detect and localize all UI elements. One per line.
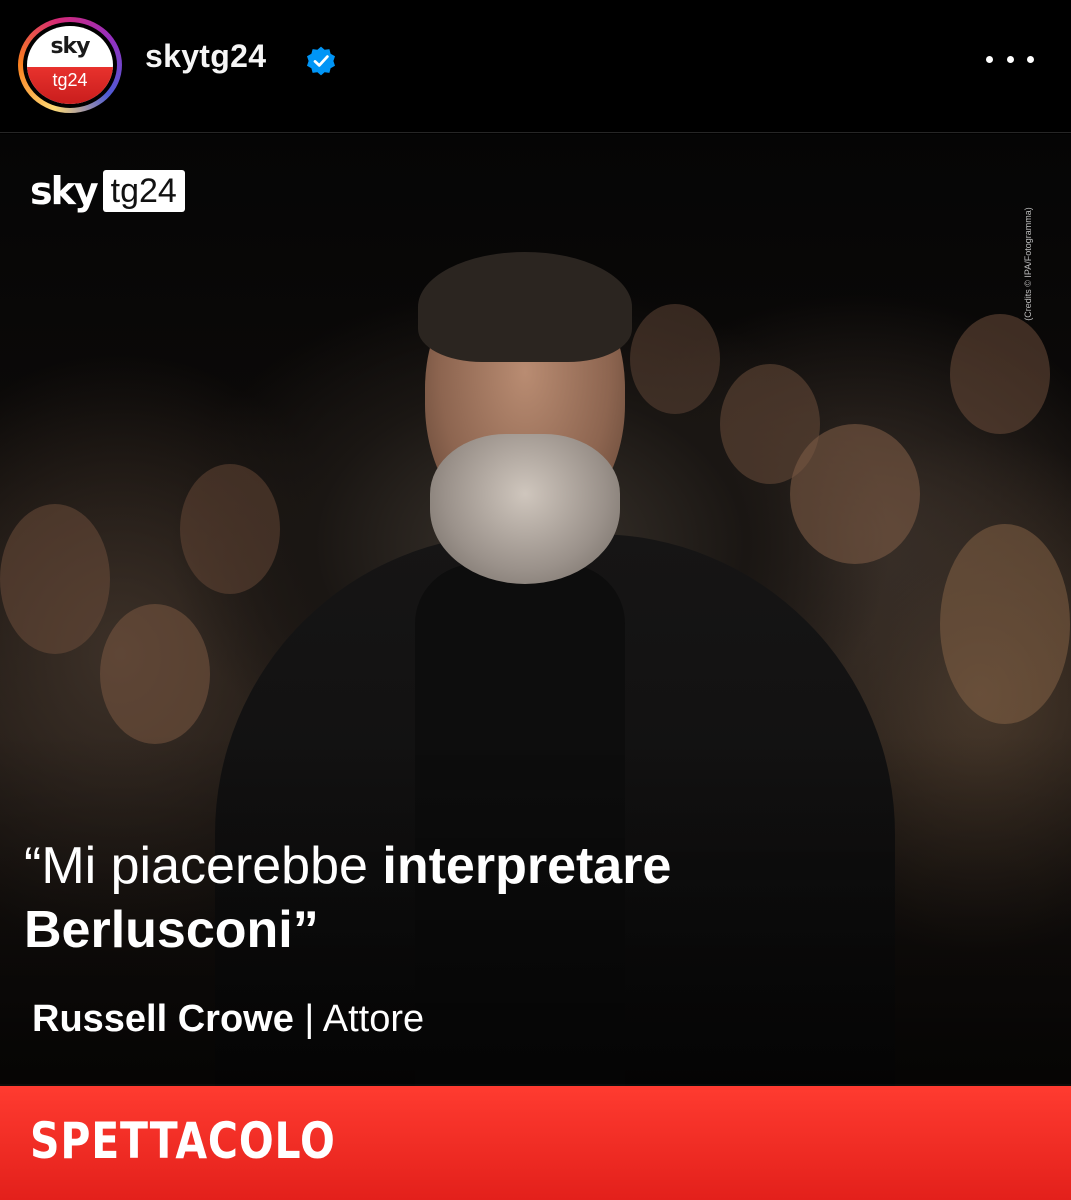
quote-text: “Mi piacerebbe interpretare Berlusconi”: [24, 834, 671, 962]
subject-beard: [430, 434, 620, 584]
byline-role: Attore: [322, 998, 425, 1040]
crowd-figure: [0, 504, 110, 654]
category-label: SPETTACOLO: [30, 1112, 336, 1170]
crowd-figure: [100, 604, 210, 744]
avatar[interactable]: sky tg24: [18, 17, 122, 113]
logo-tg24: tg24: [102, 170, 185, 212]
quote-line2: Berlusconi”: [24, 901, 319, 959]
verified-badge-icon: [307, 46, 335, 76]
photo-credits: (Credits © IPA/Fotogramma): [1023, 207, 1033, 321]
byline-name: Russell Crowe: [32, 998, 294, 1040]
post-header: sky tg24 skytg24: [0, 0, 1071, 133]
quote-bold: interpretare: [382, 837, 672, 895]
byline: Russell Crowe | Attore: [32, 998, 424, 1041]
category-banner: SPETTACOLO: [0, 1086, 1071, 1200]
quote-open: “Mi piacerebbe: [24, 837, 383, 895]
username-link[interactable]: skytg24: [145, 38, 266, 75]
crowd-figure: [630, 304, 720, 414]
crowd-figure: [180, 464, 280, 594]
logo-sky: sky: [30, 169, 99, 213]
subject-hair: [418, 252, 632, 362]
avatar-brand-bottom: tg24: [52, 70, 88, 90]
post-image[interactable]: sky tg24 (Credits © IPA/Fotogramma) “Mi …: [0, 134, 1071, 1200]
skytg24-logo: sky tg24: [30, 166, 185, 216]
more-options-icon[interactable]: [986, 44, 1034, 74]
crowd-figure: [790, 424, 920, 564]
byline-separator: |: [293, 998, 323, 1040]
crowd-figure: [940, 524, 1070, 724]
avatar-brand-top: sky: [50, 34, 90, 59]
